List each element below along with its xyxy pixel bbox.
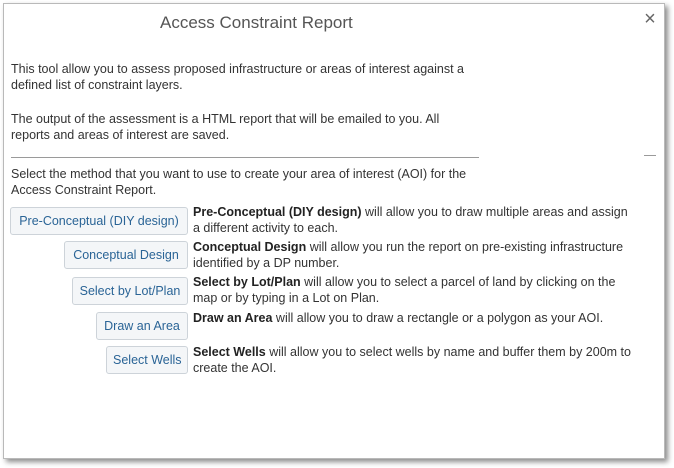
pre-conceptual-desc-title: Pre-Conceptual (DIY design) <box>193 205 362 219</box>
dialog-title: Access Constraint Report <box>160 13 353 32</box>
pre-conceptual-button[interactable]: Pre-Conceptual (DIY design) <box>10 207 188 235</box>
intro-paragraph-2: The output of the assessment is a HTML r… <box>11 112 440 142</box>
access-constraint-dialog: Access Constraint Report × This tool all… <box>3 3 665 459</box>
select-wells-button[interactable]: Select Wells <box>106 346 188 374</box>
close-icon[interactable]: × <box>641 9 659 29</box>
select-lot-plan-button[interactable]: Select by Lot/Plan <box>72 277 188 305</box>
section-divider <box>11 157 479 158</box>
draw-area-desc-text: will allow you to draw a rectangle or a … <box>272 311 604 325</box>
draw-area-desc-title: Draw an Area <box>193 311 273 325</box>
draw-area-button[interactable]: Draw an Area <box>96 312 188 340</box>
select-wells-description: Select Wells will allow you to select we… <box>193 344 633 376</box>
pre-conceptual-description: Pre-Conceptual (DIY design) will allow y… <box>193 204 633 236</box>
intro-paragraph-1: This tool allow you to assess proposed i… <box>11 62 465 92</box>
conceptual-design-button[interactable]: Conceptual Design <box>64 241 188 269</box>
select-lot-plan-desc-title: Select by Lot/Plan <box>193 275 301 289</box>
conceptual-design-description: Conceptual Design will allow you run the… <box>193 239 633 271</box>
minimize-icon[interactable] <box>644 155 656 156</box>
conceptual-design-desc-title: Conceptual Design <box>193 240 307 254</box>
draw-area-description: Draw an Area will allow you to draw a re… <box>193 310 633 326</box>
method-instructions: Select the method that you want to use t… <box>11 167 467 197</box>
select-wells-desc-title: Select Wells <box>193 345 266 359</box>
select-lot-plan-description: Select by Lot/Plan will allow you to sel… <box>193 274 633 306</box>
